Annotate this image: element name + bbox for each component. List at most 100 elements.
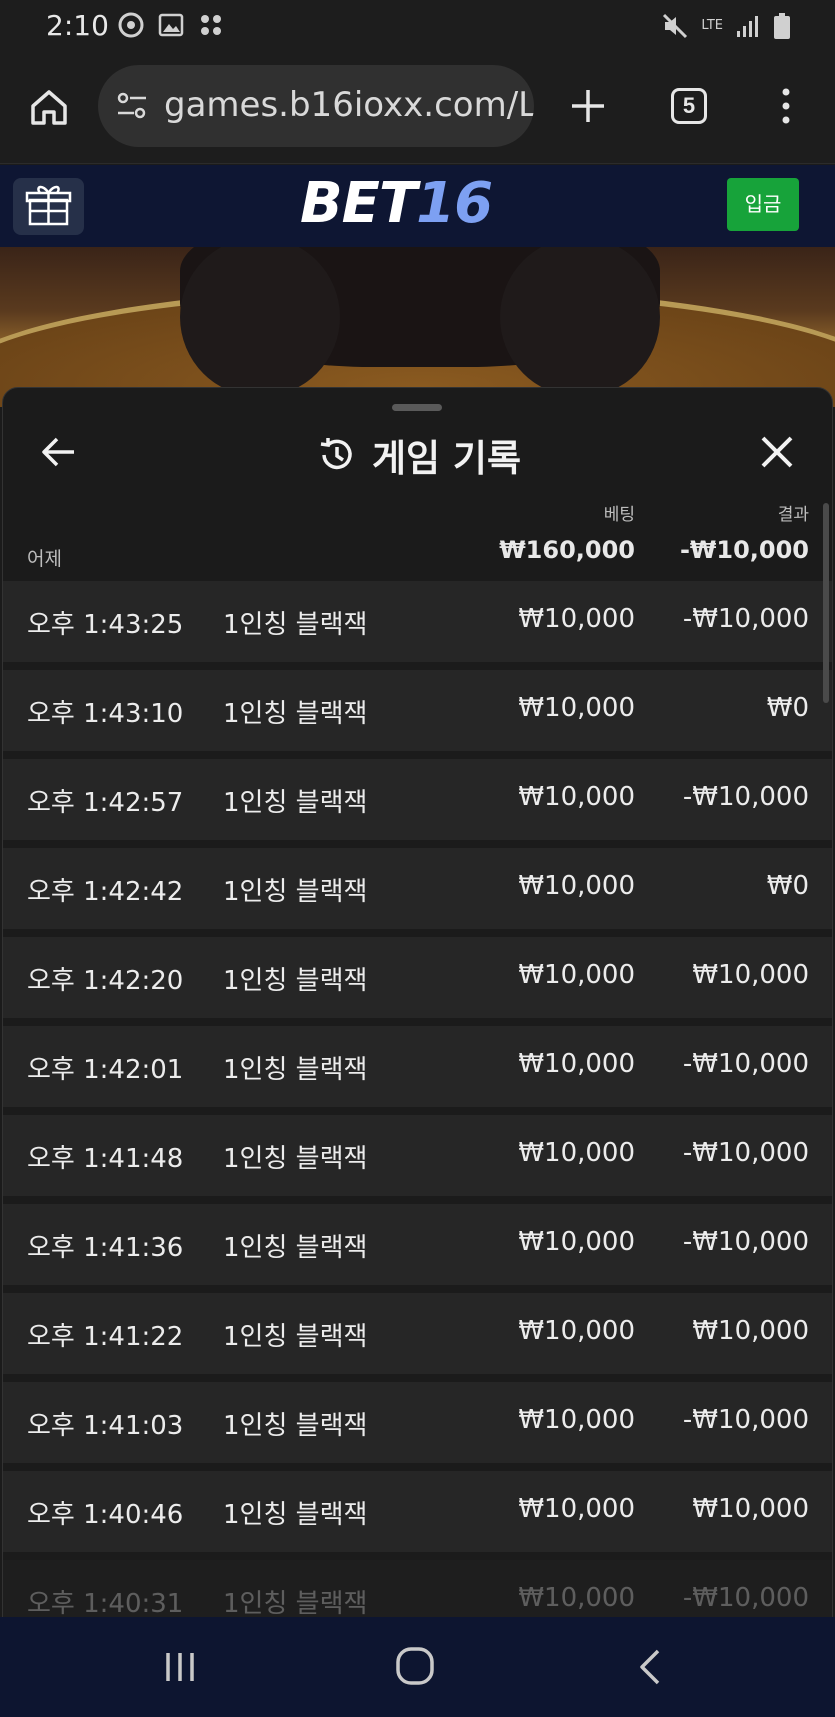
day-label: 어제 <box>27 548 62 570</box>
row-bet: ₩10,000 <box>518 604 635 634</box>
row-time: 오후 1:43:10 <box>27 699 184 729</box>
row-bet: ₩10,000 <box>518 1049 635 1079</box>
tabs-icon[interactable]: 5 <box>671 88 707 124</box>
nav-back-icon[interactable] <box>634 1647 664 1687</box>
row-result: -₩10,000 <box>682 1227 809 1257</box>
status-time: 2:10 <box>46 9 109 42</box>
row-bet: ₩10,000 <box>518 1316 635 1346</box>
bet-total: ₩160,000 <box>499 536 635 564</box>
history-icon <box>320 438 352 470</box>
row-time: 오후 1:41:48 <box>27 1144 184 1174</box>
row-bet: ₩10,000 <box>518 960 635 990</box>
history-row[interactable]: 오후 1:41:22 1인칭 블랙잭 ₩10,000 ₩10,000 <box>3 1293 832 1374</box>
game-video-background <box>0 247 835 407</box>
row-time: 오후 1:40:31 <box>27 1589 184 1619</box>
panel-header: 게임 기록 <box>3 428 832 482</box>
home-icon[interactable] <box>28 86 70 128</box>
history-row[interactable]: 오후 1:41:03 1인칭 블랙잭 ₩10,000 -₩10,000 <box>3 1382 832 1463</box>
row-bet: ₩10,000 <box>518 782 635 812</box>
history-row[interactable]: 오후 1:41:48 1인칭 블랙잭 ₩10,000 -₩10,000 <box>3 1115 832 1196</box>
dealer-figure <box>180 247 660 397</box>
row-time: 오후 1:42:01 <box>27 1055 184 1085</box>
row-time: 오후 1:42:20 <box>27 966 184 996</box>
address-bar[interactable]: games.b16ioxx.com/L <box>98 65 534 147</box>
row-bet: ₩10,000 <box>518 1405 635 1435</box>
row-time: 오후 1:41:36 <box>27 1233 184 1263</box>
row-result: -₩10,000 <box>682 1405 809 1435</box>
close-icon[interactable] <box>759 434 795 470</box>
row-game: 1인칭 블랙잭 <box>223 1144 368 1174</box>
browser-toolbar: games.b16ioxx.com/L 5 <box>0 52 835 164</box>
tune-icon[interactable] <box>116 91 148 121</box>
gift-icon <box>25 185 72 226</box>
history-row[interactable]: 오후 1:43:25 1인칭 블랙잭 ₩10,000 -₩10,000 <box>3 581 832 662</box>
history-row[interactable]: 오후 1:43:10 1인칭 블랙잭 ₩10,000 ₩0 <box>3 670 832 751</box>
row-bet: ₩10,000 <box>518 1138 635 1168</box>
row-time: 오후 1:42:57 <box>27 788 184 818</box>
row-result: -₩10,000 <box>682 782 809 812</box>
bet-column-header: 베팅 <box>603 505 635 525</box>
row-game: 1인칭 블랙잭 <box>223 1233 368 1263</box>
row-game: 1인칭 블랙잭 <box>223 877 368 907</box>
logo-text: BET <box>300 171 417 236</box>
deposit-button[interactable]: 입금 <box>727 178 799 231</box>
row-bet: ₩10,000 <box>518 1494 635 1524</box>
history-row[interactable]: 오후 1:41:36 1인칭 블랙잭 ₩10,000 -₩10,000 <box>3 1204 832 1285</box>
history-row[interactable]: 오후 1:42:20 1인칭 블랙잭 ₩10,000 ₩10,000 <box>3 937 832 1018</box>
row-time: 오후 1:43:25 <box>27 610 184 640</box>
status-notification-icons <box>118 12 224 38</box>
history-row[interactable]: 오후 1:42:57 1인칭 블랙잭 ₩10,000 -₩10,000 <box>3 759 832 840</box>
apps-notification-icon <box>201 15 221 35</box>
row-game: 1인칭 블랙잭 <box>223 1589 368 1619</box>
row-time: 오후 1:41:03 <box>27 1411 184 1441</box>
row-result: ₩0 <box>766 693 809 723</box>
row-game: 1인칭 블랙잭 <box>223 1322 368 1352</box>
nav-home-icon[interactable] <box>394 1645 436 1687</box>
row-game: 1인칭 블랙잭 <box>223 1055 368 1085</box>
history-row[interactable]: 오후 1:42:42 1인칭 블랙잭 ₩10,000 ₩0 <box>3 848 832 929</box>
status-system-icons: LTE <box>661 12 791 40</box>
history-row[interactable]: 오후 1:42:01 1인칭 블랙잭 ₩10,000 -₩10,000 <box>3 1026 832 1107</box>
row-result: -₩10,000 <box>682 1583 809 1613</box>
history-list: 오후 1:43:25 1인칭 블랙잭 ₩10,000 -₩10,000 오후 1… <box>3 581 832 1649</box>
panel-title: 게임 기록 <box>371 437 522 480</box>
plus-icon[interactable] <box>566 84 610 128</box>
result-total: -₩10,000 <box>679 536 809 564</box>
row-game: 1인칭 블랙잭 <box>223 610 368 640</box>
game-history-panel: 게임 기록 베팅 결과 어제 ₩160,000 -₩10,000 오후 1:43… <box>2 387 833 1717</box>
row-bet: ₩10,000 <box>518 871 635 901</box>
row-time: 오후 1:40:46 <box>27 1500 184 1530</box>
history-row[interactable]: 오후 1:40:46 1인칭 블랙잭 ₩10,000 ₩10,000 <box>3 1471 832 1552</box>
site-header: BET16 입금 <box>0 165 835 247</box>
result-column-header: 결과 <box>777 505 809 525</box>
site-logo[interactable]: BET16 <box>300 171 493 236</box>
mute-icon <box>663 13 688 39</box>
row-result: ₩10,000 <box>692 960 809 990</box>
battery-icon <box>774 13 790 39</box>
signal-icon <box>737 16 758 37</box>
drag-handle[interactable] <box>392 404 442 411</box>
scrollbar[interactable] <box>823 503 829 703</box>
gift-button[interactable] <box>13 178 84 235</box>
row-result: ₩10,000 <box>692 1316 809 1346</box>
logo-number: 16 <box>416 171 493 236</box>
recent-apps-icon[interactable] <box>160 1647 200 1687</box>
more-vert-icon[interactable] <box>776 86 796 126</box>
system-nav-bar <box>0 1617 835 1717</box>
row-result: ₩0 <box>766 871 809 901</box>
row-game: 1인칭 블랙잭 <box>223 699 368 729</box>
network-type-label: LTE <box>701 18 723 33</box>
status-bar: 2:10 LTE <box>0 0 835 52</box>
gallery-notification-icon <box>158 13 184 37</box>
url-text: games.b16ioxx.com/L <box>164 85 534 125</box>
row-result: -₩10,000 <box>682 1049 809 1079</box>
row-game: 1인칭 블랙잭 <box>223 1500 368 1530</box>
row-result: -₩10,000 <box>682 1138 809 1168</box>
row-time: 오후 1:42:42 <box>27 877 184 907</box>
row-bet: ₩10,000 <box>518 1583 635 1613</box>
row-result: -₩10,000 <box>682 604 809 634</box>
row-bet: ₩10,000 <box>518 1227 635 1257</box>
row-result: ₩10,000 <box>692 1494 809 1524</box>
chrome-notification-icon <box>118 12 144 38</box>
row-game: 1인칭 블랙잭 <box>223 1411 368 1441</box>
